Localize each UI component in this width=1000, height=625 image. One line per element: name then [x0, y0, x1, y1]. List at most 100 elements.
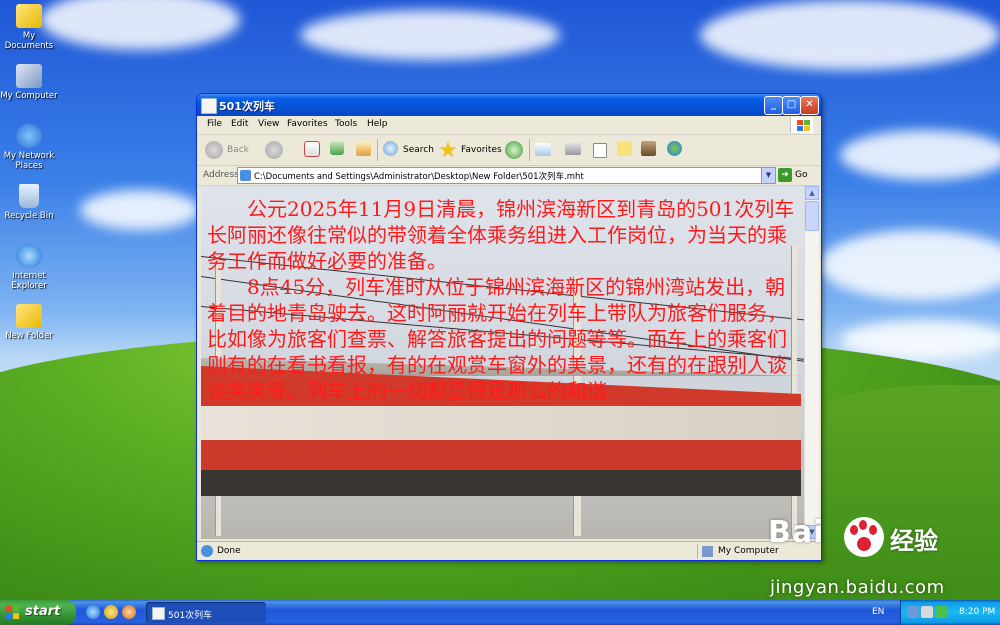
status-bar: Done My Computer	[197, 541, 821, 560]
menu-help[interactable]: Help	[367, 119, 388, 129]
refresh-icon	[330, 141, 344, 155]
menu-favorites[interactable]: Favorites	[287, 119, 328, 129]
back-label: Back	[227, 145, 249, 155]
security-zone: My Computer	[697, 544, 779, 559]
edit-button[interactable]	[593, 139, 609, 161]
taskbar: start 501次列车 EN 8:20 PM	[0, 600, 1000, 625]
clock: 8:20 PM	[959, 607, 996, 617]
forward-button[interactable]	[263, 139, 293, 161]
toolbar: Back Search Favorites	[197, 135, 821, 166]
vertical-scrollbar[interactable]: ▲ ▼	[804, 186, 819, 539]
windows-logo-icon	[790, 117, 813, 133]
cloud	[700, 0, 1000, 70]
word-edit-icon	[593, 143, 607, 158]
address-bar: Address C:\Documents and Settings\Admini…	[197, 166, 821, 186]
start-label: start	[25, 604, 61, 619]
research-icon	[641, 141, 656, 156]
status-text: Done	[217, 546, 241, 556]
article-paragraph: 公元2025年11月9日清晨，锦州滨海新区到青岛的501次列车长阿丽还像往常似的…	[207, 197, 795, 273]
stop-button[interactable]	[303, 139, 323, 161]
go-label: Go	[795, 170, 808, 180]
cloud	[840, 130, 1000, 180]
toolbar-separator	[377, 139, 378, 161]
print-icon	[565, 141, 581, 155]
folder-icon	[16, 304, 42, 328]
toolbar-separator	[529, 139, 530, 161]
close-button[interactable]: ✕	[800, 96, 819, 115]
computer-icon	[16, 64, 42, 88]
go-button[interactable]: ➜ Go	[778, 168, 818, 183]
maximize-button[interactable]: □	[782, 96, 801, 115]
system-tray: 8:20 PM	[900, 600, 1000, 625]
ie-page-icon	[201, 545, 213, 557]
history-button[interactable]	[505, 139, 525, 161]
cloud	[40, 0, 240, 50]
baidu-jingyan-watermark: Bai 经验 jingyan.baidu.com	[768, 515, 988, 605]
article-paragraph: 8点45分，列车准时从位于锦州滨海新区的锦州湾站发出，朝着目的地青岛驶去。这时阿…	[207, 275, 787, 403]
article-text: 公元2025年11月9日清晨，锦州滨海新区到青岛的501次列车长阿丽还像往常似的…	[207, 196, 797, 404]
browser-window: 501次列车 _ □ ✕ File Edit View Favorites To…	[196, 93, 822, 561]
research-button[interactable]	[641, 139, 659, 161]
desktop-icon-label: My Documents	[4, 31, 54, 51]
discuss-button[interactable]	[617, 139, 635, 161]
back-arrow-icon	[205, 141, 223, 159]
menu-tools[interactable]: Tools	[335, 119, 357, 129]
desktop-icon-label: My Computer	[0, 91, 58, 101]
messenger-button[interactable]	[667, 139, 685, 161]
quicklaunch-explorer-icon[interactable]	[104, 605, 118, 619]
watermark-brand: Bai	[768, 515, 825, 550]
my-computer-icon	[702, 546, 713, 557]
desktop-icon-new-folder[interactable]: New Folder	[0, 304, 58, 341]
language-indicator[interactable]: EN	[872, 607, 884, 617]
desktop-icon-internet-explorer[interactable]: Internet Explorer	[0, 244, 58, 291]
go-arrow-icon: ➜	[778, 168, 792, 182]
chevron-down-icon[interactable]: ▼	[761, 168, 775, 183]
menu-view[interactable]: View	[258, 119, 279, 129]
menu-edit[interactable]: Edit	[231, 119, 248, 129]
windows-flag-icon	[6, 606, 19, 619]
page-content: 公元2025年11月9日清晨，锦州滨海新区到青岛的501次列车长阿丽还像往常似的…	[201, 186, 804, 539]
internet-explorer-icon	[16, 244, 42, 268]
home-icon	[356, 141, 371, 156]
desktop-icon-my-computer[interactable]: My Computer	[0, 64, 58, 101]
favorites-button[interactable]: Favorites	[437, 139, 502, 161]
menu-file[interactable]: File	[207, 119, 222, 129]
scroll-thumb[interactable]	[805, 201, 819, 231]
window-title: 501次列车	[219, 100, 275, 113]
search-icon	[383, 141, 398, 156]
watermark-brand-cn: 经验	[890, 527, 938, 555]
baidu-paw-icon	[844, 517, 884, 557]
taskbar-item-browser[interactable]: 501次列车	[146, 602, 266, 623]
print-button[interactable]	[565, 139, 585, 161]
forward-arrow-icon	[265, 141, 283, 159]
quicklaunch-media-icon[interactable]	[122, 605, 136, 619]
desktop-icon-my-network-places[interactable]: My Network Places	[0, 124, 58, 171]
page-icon	[240, 170, 251, 181]
back-button[interactable]: Back	[203, 139, 255, 161]
favorites-star-icon	[439, 141, 457, 158]
history-icon	[505, 141, 523, 159]
desktop-icon-label: Recycle Bin	[4, 211, 54, 221]
mail-button[interactable]	[535, 139, 559, 161]
refresh-button[interactable]	[329, 139, 349, 161]
desktop-icon-recycle-bin[interactable]: Recycle Bin	[0, 184, 58, 221]
start-button[interactable]: start	[0, 600, 76, 625]
address-input[interactable]: C:\Documents and Settings\Administrator\…	[237, 167, 776, 184]
messenger-icon	[667, 141, 682, 156]
search-button[interactable]: Search	[383, 139, 434, 161]
volume-tray-icon[interactable]	[921, 606, 933, 618]
security-tray-icon[interactable]	[935, 606, 947, 618]
menu-bar: File Edit View Favorites Tools Help	[197, 116, 821, 135]
quicklaunch-ie-icon[interactable]	[86, 605, 100, 619]
window-titlebar[interactable]: 501次列车 _ □ ✕	[197, 94, 821, 116]
watermark-url: jingyan.baidu.com	[770, 577, 945, 598]
desktop-icon-my-documents[interactable]: My Documents	[0, 4, 58, 51]
home-button[interactable]	[355, 139, 375, 161]
page-icon	[201, 98, 217, 114]
search-label: Search	[403, 145, 434, 155]
address-label: Address	[203, 170, 239, 180]
scroll-up-arrow-icon[interactable]: ▲	[805, 186, 819, 200]
network-globe-icon	[16, 124, 42, 148]
network-tray-icon[interactable]	[907, 606, 919, 618]
minimize-button[interactable]: _	[764, 96, 783, 115]
